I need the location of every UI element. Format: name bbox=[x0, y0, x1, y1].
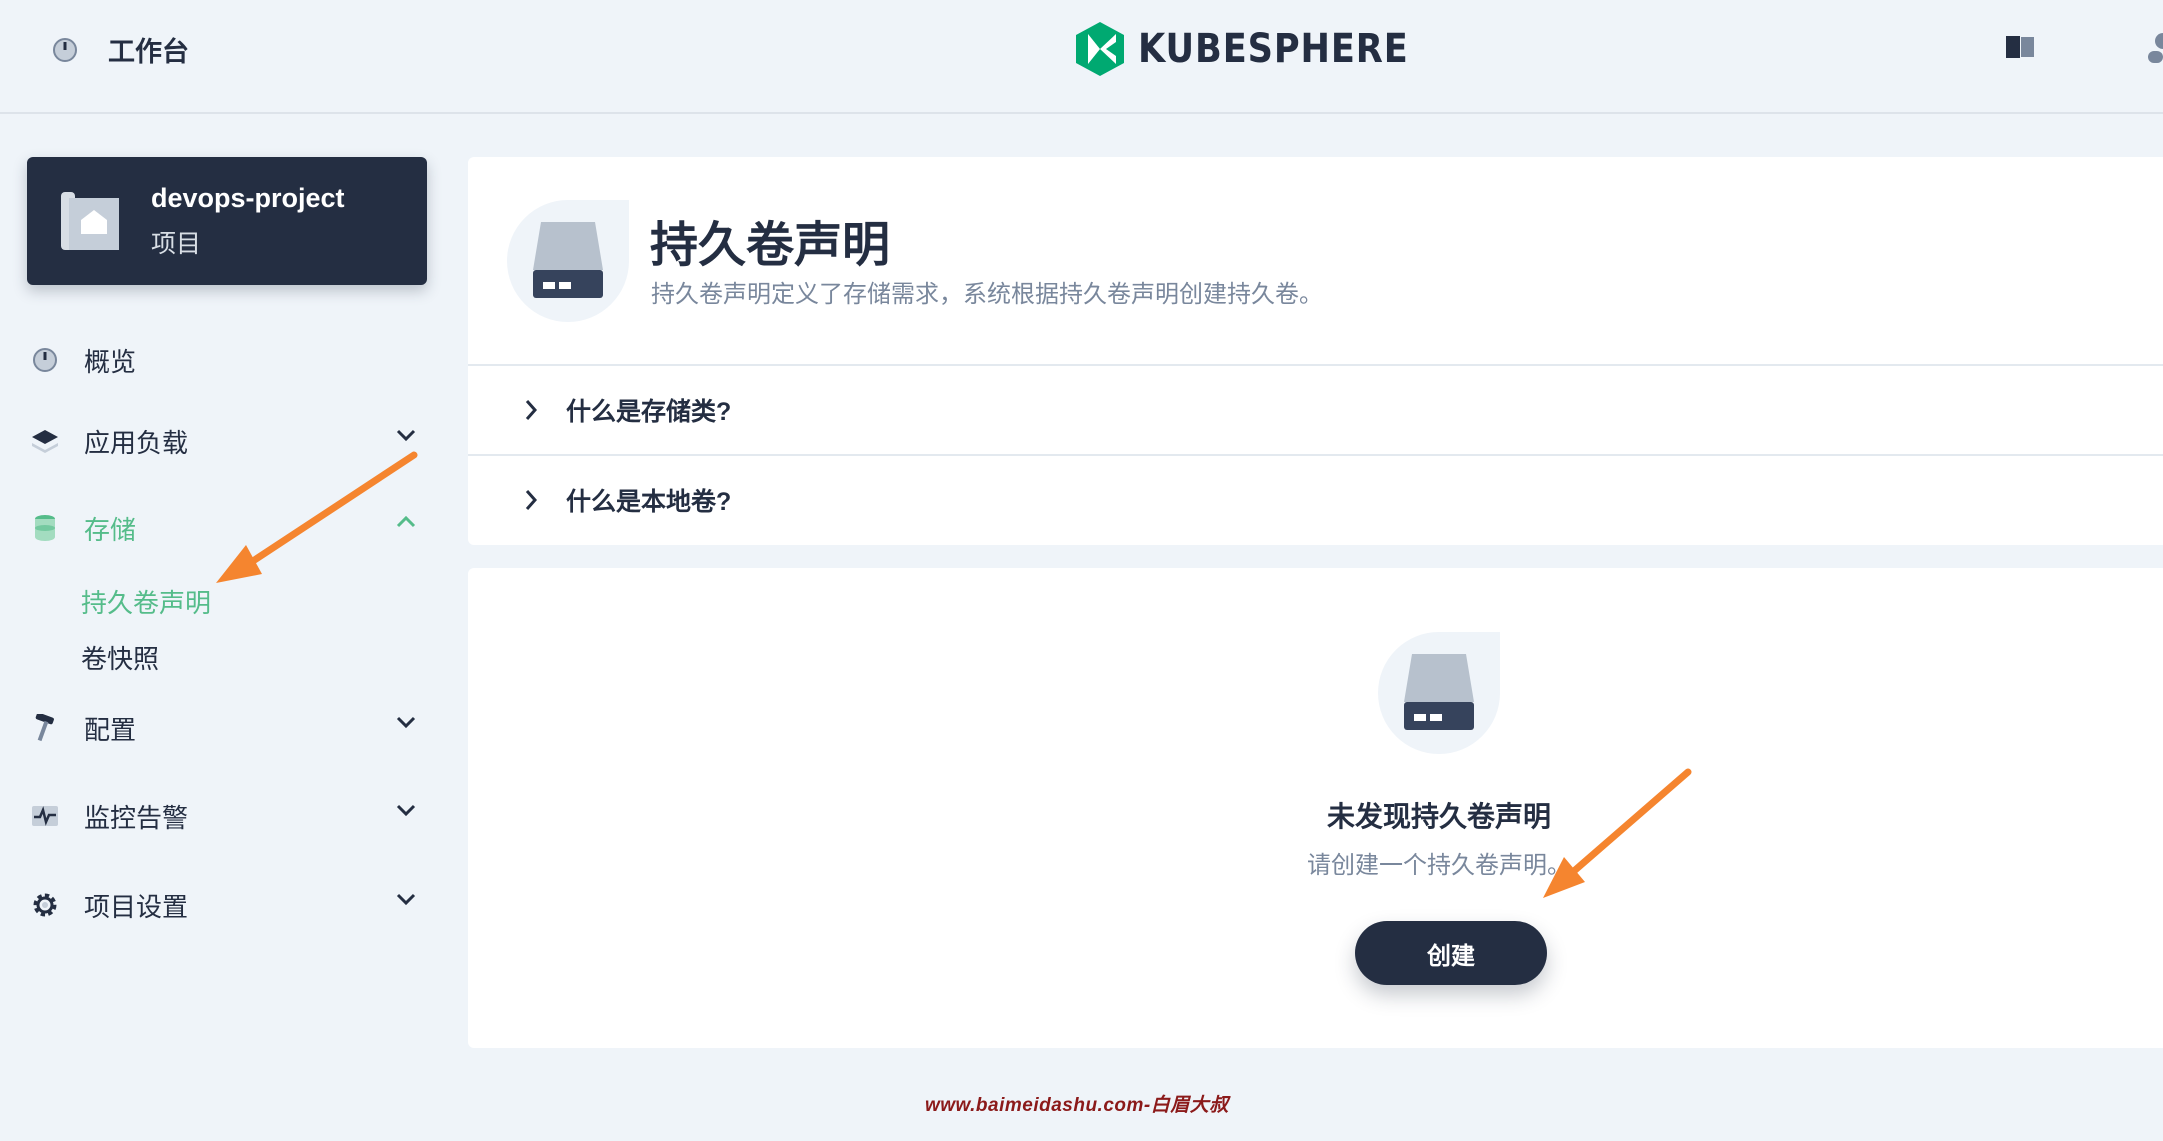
chevron-down-icon bbox=[396, 893, 416, 906]
empty-state-description: 请创建一个持久卷声明。 bbox=[1307, 852, 1571, 879]
chevron-right-icon bbox=[525, 400, 538, 420]
project-type: 项目 bbox=[151, 229, 202, 258]
sidebar-item-label: 监控告警 bbox=[84, 802, 189, 833]
sidebar-item-label: 概览 bbox=[84, 346, 137, 377]
sidebar-item-label: 项目设置 bbox=[84, 891, 189, 922]
gear-icon bbox=[30, 890, 60, 920]
faq-label: 什么是本地卷? bbox=[566, 488, 732, 516]
sidebar-item-monitoring-alerts[interactable]: 监控告警 bbox=[30, 791, 430, 841]
empty-state-title: 未发现持久卷声明 bbox=[1326, 801, 1551, 832]
chevron-down-icon bbox=[396, 804, 416, 817]
book-icon[interactable] bbox=[2006, 36, 2036, 58]
top-header: 工作台 KUBESPHERE bbox=[0, 0, 2163, 114]
kubesphere-logo[interactable]: KUBESPHERE bbox=[1074, 20, 1446, 78]
layers-icon bbox=[30, 426, 60, 456]
sidebar-item-project-settings[interactable]: 项目设置 bbox=[30, 880, 430, 930]
page-title: 持久卷声明 bbox=[650, 219, 891, 272]
sidebar-item-label: 存储 bbox=[84, 514, 137, 545]
hammer-icon bbox=[30, 713, 60, 743]
sidebar-item-storage[interactable]: 存储 bbox=[30, 503, 430, 553]
disk-icon bbox=[1404, 654, 1474, 730]
chevron-down-icon bbox=[396, 716, 416, 729]
page-description: 持久卷声明定义了存储需求，系统根据持久卷声明创建持久卷。 bbox=[651, 281, 1323, 308]
database-icon bbox=[30, 513, 60, 543]
faq-local-volume[interactable]: 什么是本地卷? bbox=[524, 480, 731, 520]
brand-name: KUBESPHERE bbox=[1138, 26, 1409, 72]
chevron-down-icon bbox=[396, 429, 416, 442]
divider bbox=[468, 364, 2163, 366]
sidebar-subitem-pvc[interactable]: 持久卷声明 bbox=[81, 583, 211, 620]
project-name: devops-project bbox=[151, 182, 345, 213]
sidebar-item-label: 应用负载 bbox=[84, 427, 189, 458]
workbench-link[interactable]: 工作台 bbox=[52, 30, 189, 69]
watermark: www.baimeidashu.com-白眉大叔 bbox=[925, 1095, 1229, 1116]
dashboard-icon bbox=[30, 345, 60, 375]
sidebar-item-label: 配置 bbox=[84, 714, 137, 745]
empty-icon-bg bbox=[1378, 632, 1500, 754]
chevron-right-icon bbox=[525, 490, 538, 510]
create-button[interactable]: 创建 bbox=[1355, 921, 1547, 985]
kubesphere-logo-icon bbox=[1076, 22, 1124, 76]
page-hero-icon-bg bbox=[507, 200, 629, 322]
monitor-icon bbox=[30, 801, 60, 831]
sidebar-subitem-volume-snapshots[interactable]: 卷快照 bbox=[81, 639, 159, 676]
sidebar-item-overview[interactable]: 概览 bbox=[30, 335, 430, 385]
chevron-up-icon bbox=[396, 515, 416, 528]
project-card[interactable]: devops-project 项目 bbox=[27, 157, 427, 285]
user-icon[interactable] bbox=[2146, 32, 2163, 64]
sidebar-item-workloads[interactable]: 应用负载 bbox=[30, 416, 430, 466]
faq-storage-class[interactable]: 什么是存储类? bbox=[524, 390, 731, 430]
workbench-label: 工作台 bbox=[108, 37, 189, 67]
project-icon bbox=[61, 192, 119, 250]
divider bbox=[468, 454, 2163, 456]
disk-icon bbox=[533, 222, 603, 298]
faq-label: 什么是存储类? bbox=[566, 398, 732, 426]
sidebar-item-configuration[interactable]: 配置 bbox=[30, 703, 430, 753]
dashboard-icon bbox=[53, 37, 77, 62]
